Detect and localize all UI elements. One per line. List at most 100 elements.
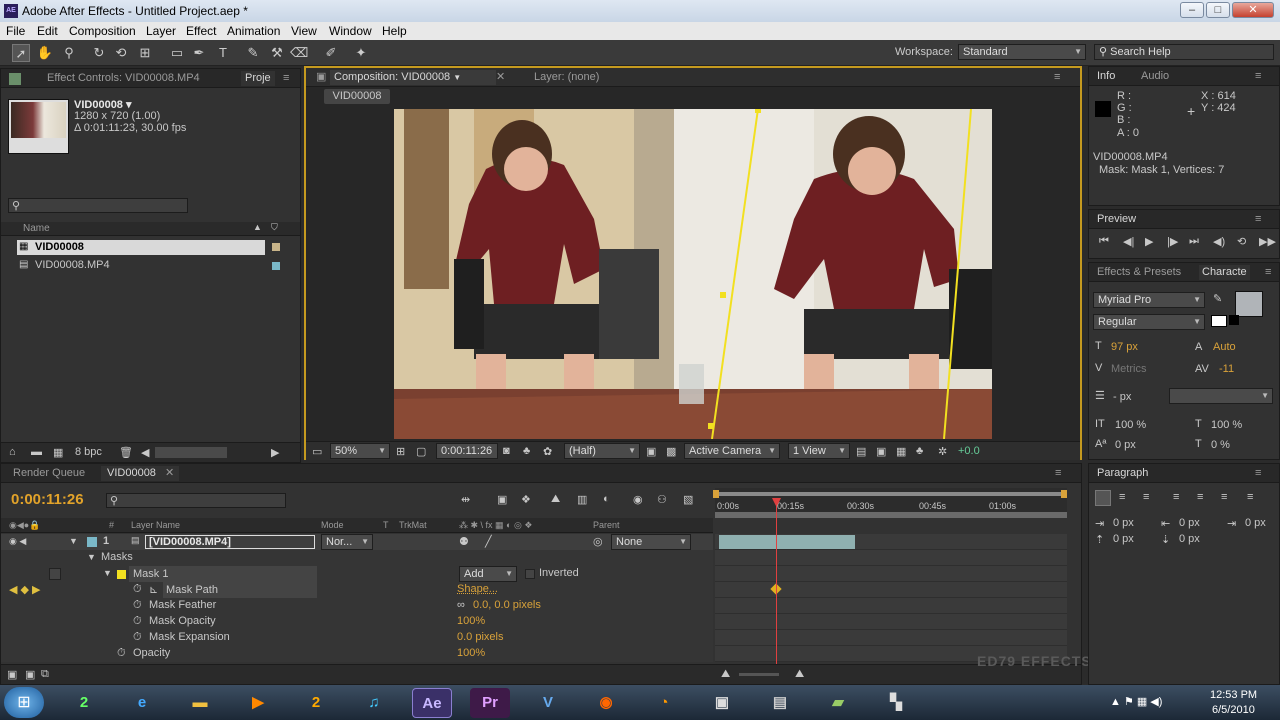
white-swatch[interactable]	[1211, 315, 1227, 327]
inverted-checkbox[interactable]	[525, 569, 535, 579]
clock-time[interactable]: 12:53 PM	[1210, 689, 1257, 701]
tab-info[interactable]: Info	[1097, 69, 1115, 84]
fast-previews-icon[interactable]: ▣	[876, 445, 886, 458]
camera-dropdown[interactable]: Active Camera ▼	[684, 443, 780, 459]
rotation-tool-icon[interactable]: ↻	[90, 44, 108, 62]
flowchart-icon[interactable]: ♣	[916, 445, 923, 457]
close-tab-icon[interactable]: ✕	[165, 466, 174, 481]
zoom-tool-icon[interactable]: ⚲	[60, 44, 78, 62]
selection-tool-icon[interactable]: ➚	[12, 44, 30, 62]
transparency-grid-icon[interactable]: ▩	[666, 445, 676, 458]
timeline-layer-row[interactable]: ◉ ◀ ▼ 1 ▤ [VID00008.MP4] Nor... ▼ ⚉ ╱ ◎ N…	[1, 534, 713, 550]
layer-duration-track[interactable]	[715, 534, 1067, 550]
current-time-field[interactable]: 0:00:11:26	[436, 443, 498, 459]
always-preview-icon[interactable]: ▭	[312, 445, 322, 458]
mask-row[interactable]: ▼ Mask 1 Add ▼ Inverted	[1, 566, 713, 582]
horizontal-scrollbar[interactable]	[155, 447, 227, 458]
tab-effects-presets[interactable]: Effects & Presets	[1097, 265, 1181, 280]
layer-mode-dropdown[interactable]: Nor... ▼	[321, 534, 373, 550]
timeline-icon[interactable]: ▦	[896, 445, 906, 458]
blender-taskbar-icon[interactable]: ◔	[644, 688, 684, 718]
layer-name-field[interactable]: [VID00008.MP4]	[145, 535, 315, 549]
tab-paragraph[interactable]: Paragraph	[1097, 466, 1148, 481]
font-size-value[interactable]: 97 px	[1111, 341, 1138, 353]
tab-preview[interactable]: Preview	[1097, 212, 1136, 227]
timeline-current-time[interactable]: 0:00:11:26	[11, 491, 84, 508]
pen-tool-icon[interactable]: ✒	[190, 44, 208, 62]
explorer-taskbar-icon[interactable]: ▬	[180, 688, 220, 718]
interpret-footage-icon[interactable]: ⌂	[9, 446, 16, 458]
indent-right-value[interactable]: 0 px	[1179, 517, 1200, 529]
itunes-taskbar-icon[interactable]: ♫	[354, 688, 394, 718]
notes-taskbar-icon[interactable]: ▰	[818, 688, 858, 718]
exposure-value[interactable]: +0.0	[958, 445, 980, 457]
space-after-value[interactable]: 0 px	[1179, 533, 1200, 545]
align-right-icon[interactable]: ≡	[1143, 491, 1149, 503]
keyframe-navigator-icon[interactable]: ◀ ◆ ▶	[9, 583, 41, 596]
draft-3d-icon[interactable]: ❖	[521, 493, 531, 506]
comp-viewer-frame[interactable]	[394, 109, 992, 439]
menu-effect[interactable]: Effect	[186, 24, 216, 38]
panel-menu-icon[interactable]: ≡	[1255, 212, 1261, 227]
search-help-input[interactable]: ⚲ Search Help	[1094, 44, 1274, 60]
menu-help[interactable]: Help	[382, 24, 407, 38]
audio-icon[interactable]: ◀)	[1213, 235, 1225, 248]
align-center-icon[interactable]: ≡	[1119, 491, 1125, 503]
orbit-camera-tool-icon[interactable]: ⟲	[112, 44, 130, 62]
video-switch-icon[interactable]: ◉◀●🔒	[9, 520, 40, 531]
panel-menu-icon[interactable]: ≡	[1055, 466, 1061, 481]
region-of-interest-icon[interactable]: ▣	[646, 445, 656, 458]
start-button-icon[interactable]: ⊞	[4, 687, 44, 718]
menu-view[interactable]: View	[291, 24, 317, 38]
panel-menu-icon[interactable]: ≡	[283, 71, 289, 86]
scroll-left-icon[interactable]: ◀	[141, 446, 149, 459]
ram-preview-icon[interactable]: ▶▶	[1259, 235, 1276, 248]
first-line-indent-value[interactable]: 0 px	[1245, 517, 1266, 529]
zoom-in-icon[interactable]: ⛰	[795, 668, 804, 681]
justify-right-icon[interactable]: ≡	[1221, 491, 1227, 503]
graph-editor-icon[interactable]: ⚇	[657, 493, 667, 506]
new-comp-icon[interactable]: ▦	[53, 446, 63, 459]
property-value[interactable]: 0.0, 0.0 pixels	[473, 599, 541, 611]
minimize-button[interactable]: –	[1180, 2, 1204, 18]
mask-expansion-row[interactable]: ⏱ Mask Expansion 0.0 pixels	[1, 630, 713, 646]
media-player-taskbar-icon[interactable]: ▶	[238, 688, 278, 718]
horizontal-scale-value[interactable]: 100 %	[1211, 419, 1242, 431]
project-search-input[interactable]: ⚲	[8, 198, 188, 213]
reset-exposure-icon[interactable]: ✲	[938, 445, 947, 458]
kerning-value[interactable]: Metrics	[1111, 363, 1146, 375]
twirl-open-icon[interactable]: ▼	[69, 536, 78, 546]
puppet-pin-tool-icon[interactable]: ✦	[352, 44, 370, 62]
link-icon[interactable]: ∞	[457, 599, 465, 611]
property-value[interactable]: 0.0 pixels	[457, 631, 503, 643]
mask-mode-dropdown[interactable]: Add ▼	[459, 566, 517, 582]
project-item-footage[interactable]: ▤ VID00008.MP4	[17, 258, 265, 273]
property-value[interactable]: Shape...	[457, 583, 498, 595]
pickwhip-icon[interactable]: ◎	[593, 535, 603, 548]
layer-duration-bar[interactable]	[719, 535, 855, 549]
eraser-tool-icon[interactable]: ⌫	[290, 44, 308, 62]
close-tab-icon[interactable]: ✕	[496, 70, 505, 85]
column-name[interactable]: Name	[23, 223, 50, 234]
property-value[interactable]: 100%	[457, 615, 485, 627]
property-value[interactable]: 100%	[457, 647, 485, 659]
magnification-dropdown[interactable]: 50% ▼	[330, 443, 390, 459]
hand-tool-icon[interactable]: ✋	[36, 44, 54, 62]
visual-basic-taskbar-icon[interactable]: V	[528, 688, 568, 718]
workspace-dropdown[interactable]: Standard ▼	[958, 44, 1086, 60]
font-style-dropdown[interactable]: Regular ▼	[1093, 314, 1205, 330]
comp-mini-flowchart-icon[interactable]: ⇹	[461, 493, 470, 506]
column-trkmat[interactable]: TrkMat	[399, 520, 427, 530]
panel-menu-icon[interactable]: ≡	[1255, 69, 1261, 84]
rectangle-tool-icon[interactable]: ▭	[168, 44, 186, 62]
stopwatch-icon[interactable]: ⏱	[133, 599, 142, 612]
stroke-style-dropdown[interactable]: ▼	[1169, 388, 1273, 404]
menu-animation[interactable]: Animation	[227, 24, 280, 38]
timeline-search-input[interactable]: ⚲	[106, 493, 286, 508]
indent-left-value[interactable]: 0 px	[1113, 517, 1134, 529]
parent-dropdown[interactable]: None ▼	[611, 534, 691, 550]
motion-blur-icon[interactable]: ◐	[603, 493, 610, 505]
zoom-out-icon[interactable]: ⛰	[721, 668, 730, 681]
hide-shy-layers-icon[interactable]: ⛰	[551, 493, 560, 506]
stopwatch-icon[interactable]: ⏱	[117, 647, 126, 660]
